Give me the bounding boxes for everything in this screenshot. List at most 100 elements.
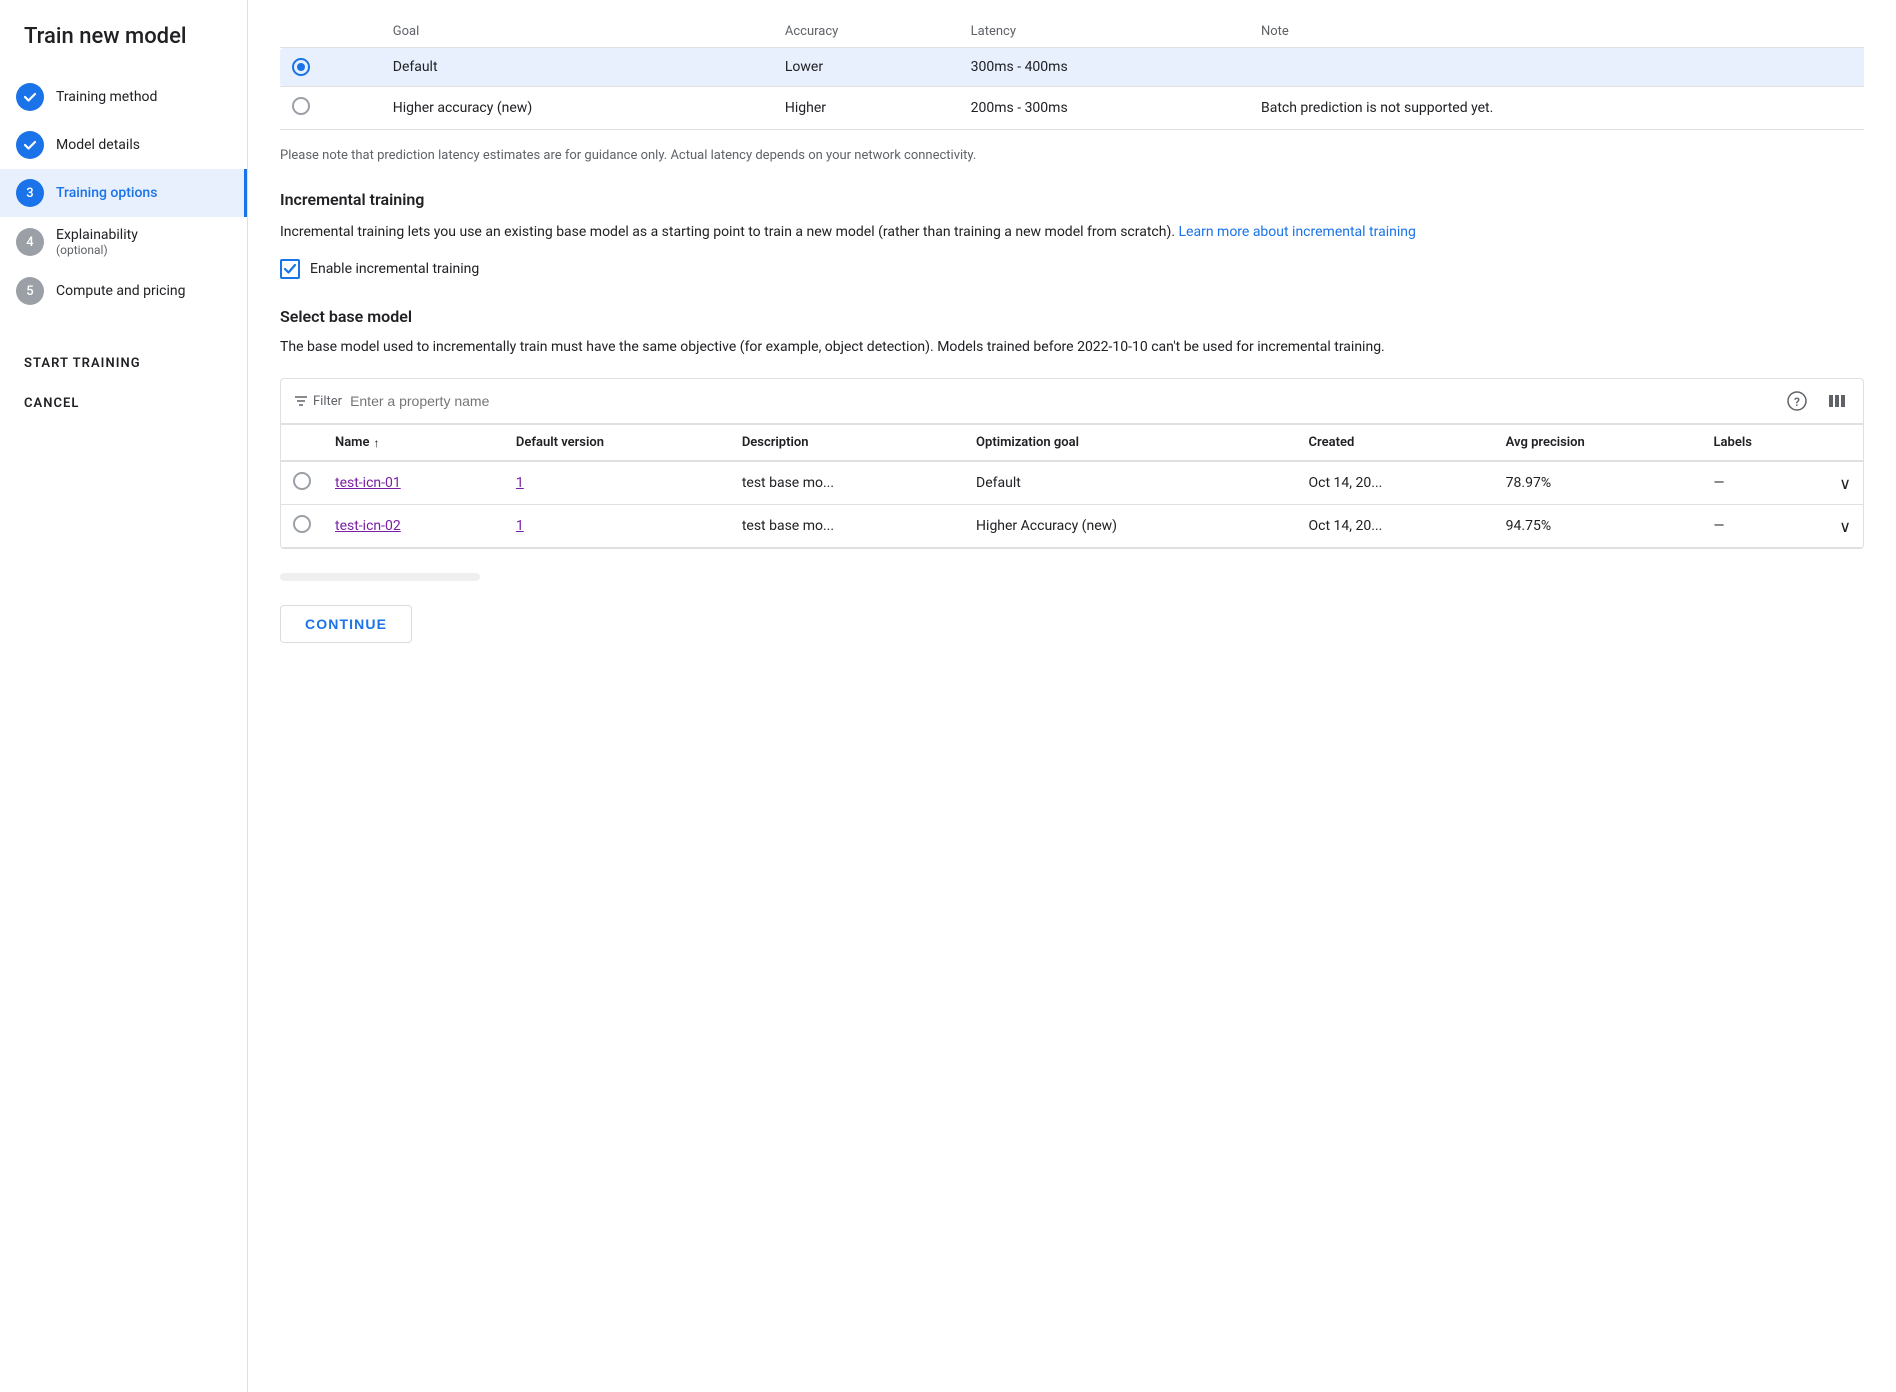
- goal-row-radio-default[interactable]: [280, 48, 381, 87]
- goal-table-wrapper: Goal Accuracy Latency Note Default Lower…: [280, 16, 1864, 130]
- radio-higher-accuracy[interactable]: [292, 97, 310, 115]
- step-icon-training-options: 3: [16, 179, 44, 207]
- enable-incremental-row[interactable]: Enable incremental training: [280, 259, 1864, 279]
- sidebar-text-explainability: Explainability (optional): [56, 227, 138, 257]
- sidebar-item-training-method[interactable]: Training method: [0, 73, 247, 121]
- continue-button[interactable]: CONTINUE: [280, 605, 412, 643]
- model-name-link-2[interactable]: test-icn-02: [335, 518, 401, 534]
- model-col-expand: [1827, 425, 1863, 461]
- step-icon-model-details: [16, 131, 44, 159]
- incremental-desc-text: Incremental training lets you use an exi…: [280, 224, 1175, 240]
- model-col-name[interactable]: Name ↑: [323, 425, 504, 461]
- cancel-button[interactable]: CANCEL: [0, 383, 247, 423]
- sidebar-item-training-options[interactable]: 3 Training options: [0, 169, 247, 217]
- filter-bar: Filter ?: [280, 378, 1864, 424]
- main-content: Goal Accuracy Latency Note Default Lower…: [248, 0, 1896, 1392]
- model-col-default-version[interactable]: Default version: [504, 425, 730, 461]
- model-version-link-2[interactable]: 1: [516, 518, 524, 534]
- model-row2-desc: test base mo...: [730, 505, 964, 548]
- sidebar-sub-explainability: (optional): [56, 243, 138, 257]
- sidebar-label-compute-pricing: Compute and pricing: [56, 283, 185, 299]
- model-row2-expand[interactable]: ∨: [1827, 505, 1863, 548]
- model-row1-goal: Default: [964, 461, 1297, 505]
- model-row2-name[interactable]: test-icn-02: [323, 505, 504, 548]
- latency-note: Please note that prediction latency esti…: [280, 146, 1864, 166]
- model-row1-expand[interactable]: ∨: [1827, 461, 1863, 505]
- select-base-model-section: Select base model The base model used to…: [280, 307, 1864, 643]
- enable-incremental-checkbox[interactable]: [280, 259, 300, 279]
- step-icon-training-method: [16, 83, 44, 111]
- model-row2-created: Oct 14, 20...: [1297, 505, 1494, 548]
- model-row1-precision: 78.97%: [1494, 461, 1702, 505]
- goal-row-goal-high: Higher accuracy (new): [381, 87, 773, 130]
- goal-table: Goal Accuracy Latency Note Default Lower…: [280, 16, 1864, 130]
- help-icon[interactable]: ?: [1783, 387, 1811, 415]
- sidebar-actions: START TRAINING CANCEL: [0, 343, 247, 423]
- model-col-description[interactable]: Description: [730, 425, 964, 461]
- select-base-model-title: Select base model: [280, 307, 1864, 326]
- model-name-link-1[interactable]: test-icn-01: [335, 475, 401, 491]
- incremental-training-description: Incremental training lets you use an exi…: [280, 221, 1864, 243]
- radio-default[interactable]: [292, 58, 310, 76]
- expand-icon-2[interactable]: ∨: [1839, 517, 1851, 536]
- table-row[interactable]: test-icn-02 1 test base mo... Higher Acc…: [281, 505, 1863, 548]
- filter-input[interactable]: [350, 393, 1775, 409]
- model-row2-goal: Higher Accuracy (new): [964, 505, 1297, 548]
- model-row2-precision: 94.75%: [1494, 505, 1702, 548]
- step-icon-compute-pricing: 5: [16, 277, 44, 305]
- goal-col-goal: Goal: [381, 16, 773, 48]
- model-table-container: Name ↑ Default version Description Optim…: [280, 424, 1864, 549]
- expand-icon-1[interactable]: ∨: [1839, 474, 1851, 493]
- model-col-avg-precision[interactable]: Avg precision: [1494, 425, 1702, 461]
- filter-label: Filter: [313, 394, 342, 409]
- filter-icon: [293, 393, 309, 409]
- goal-row-accuracy-high: Higher: [773, 87, 959, 130]
- filter-action-icons: ?: [1783, 387, 1851, 415]
- select-base-model-desc: The base model used to incrementally tra…: [280, 336, 1864, 358]
- model-name-header: Name: [335, 435, 369, 450]
- table-row[interactable]: test-icn-01 1 test base mo... Default Oc…: [281, 461, 1863, 505]
- model-table: Name ↑ Default version Description Optim…: [281, 425, 1863, 548]
- sidebar-item-model-details[interactable]: Model details: [0, 121, 247, 169]
- model-col-created[interactable]: Created: [1297, 425, 1494, 461]
- model-row2-radio[interactable]: [281, 505, 323, 548]
- goal-row-latency-high: 200ms - 300ms: [959, 87, 1249, 130]
- sidebar-label-explainability: Explainability: [56, 227, 138, 243]
- goal-row-note-default: [1249, 48, 1864, 87]
- step-icon-explainability: 4: [16, 228, 44, 256]
- goal-col-note: Note: [1249, 16, 1864, 48]
- model-col-optimization-goal[interactable]: Optimization goal: [964, 425, 1297, 461]
- columns-icon[interactable]: [1823, 387, 1851, 415]
- sidebar-label-model-details: Model details: [56, 137, 140, 153]
- model-col-labels[interactable]: Labels: [1702, 425, 1828, 461]
- model-row1-version[interactable]: 1: [504, 461, 730, 505]
- goal-col-select: [280, 16, 381, 48]
- checkbox-checkmark-icon: [283, 262, 297, 276]
- table-row[interactable]: Default Lower 300ms - 400ms: [280, 48, 1864, 87]
- filter-icon-container: Filter: [293, 393, 342, 409]
- start-training-button[interactable]: START TRAINING: [0, 343, 247, 383]
- goal-col-accuracy: Accuracy: [773, 16, 959, 48]
- goal-row-note-high: Batch prediction is not supported yet.: [1249, 87, 1864, 130]
- model-row2-version[interactable]: 1: [504, 505, 730, 548]
- model-row1-created: Oct 14, 20...: [1297, 461, 1494, 505]
- goal-row-radio-high[interactable]: [280, 87, 381, 130]
- table-row[interactable]: Higher accuracy (new) Higher 200ms - 300…: [280, 87, 1864, 130]
- sidebar-label-training-method: Training method: [56, 89, 157, 105]
- model-row1-name[interactable]: test-icn-01: [323, 461, 504, 505]
- model-row1-radio[interactable]: [281, 461, 323, 505]
- svg-text:?: ?: [1794, 395, 1800, 409]
- scroll-indicator: [280, 573, 480, 581]
- goal-row-goal-default: Default: [381, 48, 773, 87]
- radio-model-1[interactable]: [293, 472, 311, 490]
- sidebar-item-compute-pricing[interactable]: 5 Compute and pricing: [0, 267, 247, 315]
- sidebar-item-explainability[interactable]: 4 Explainability (optional): [0, 217, 247, 267]
- start-training-label: START TRAINING: [24, 356, 141, 371]
- model-version-link-1[interactable]: 1: [516, 475, 524, 491]
- sort-arrow-icon[interactable]: ↑: [373, 436, 379, 450]
- model-row2-labels: —: [1702, 505, 1828, 548]
- enable-incremental-label: Enable incremental training: [310, 261, 479, 277]
- incremental-training-link[interactable]: Learn more about incremental training: [1179, 224, 1416, 240]
- incremental-link-text: Learn more about incremental training: [1179, 224, 1416, 240]
- radio-model-2[interactable]: [293, 515, 311, 533]
